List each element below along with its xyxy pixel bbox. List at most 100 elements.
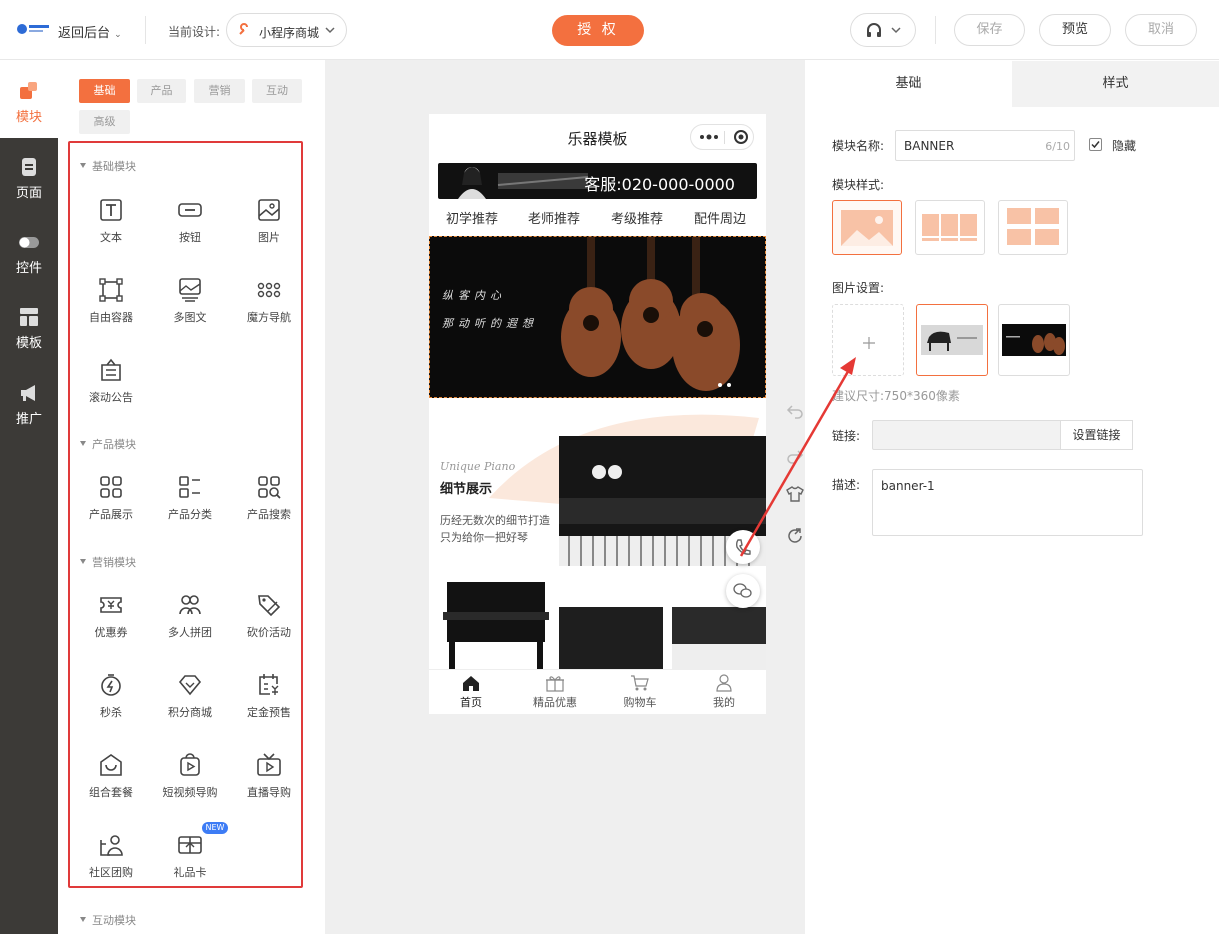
module-image[interactable]: 图片 xyxy=(236,197,302,245)
price-tag-icon xyxy=(258,595,281,617)
module-bargain[interactable]: 砍价活动 xyxy=(236,592,302,640)
preview-button[interactable]: 预览 xyxy=(1039,14,1111,46)
set-link-button[interactable]: 设置链接 xyxy=(1061,420,1133,450)
props-tab-basic[interactable]: 基础 xyxy=(805,61,1012,107)
nav-modules[interactable]: 模块 xyxy=(0,80,58,125)
phone-call-button[interactable] xyxy=(726,530,760,564)
style-option-grid[interactable] xyxy=(998,200,1068,255)
nav-controls[interactable]: 控件 xyxy=(0,231,58,276)
add-image-button[interactable] xyxy=(832,304,904,376)
module-product-category[interactable]: 产品分类 xyxy=(157,474,223,522)
chevron-down-icon xyxy=(325,27,335,34)
category-nav: 初学推荐 老师推荐 考级推荐 配件周边 xyxy=(429,208,766,230)
mini-program-capsule[interactable] xyxy=(690,124,754,150)
module-free-container[interactable]: 自由容器 xyxy=(78,277,144,325)
section-marketing-modules[interactable]: 营销模块 xyxy=(80,554,136,570)
module-gift-card[interactable]: 礼品卡 xyxy=(157,832,223,880)
module-product-display[interactable]: 产品展示 xyxy=(78,474,144,522)
module-community-group[interactable]: 社区团购 xyxy=(78,832,144,880)
module-deposit-presale[interactable]: 定金预售 xyxy=(236,672,302,720)
theme-shirt-icon[interactable] xyxy=(786,485,804,503)
design-selector[interactable]: 小程序商城 xyxy=(226,13,347,47)
back-to-admin[interactable]: 返回后台 ⌄ xyxy=(58,22,122,41)
search-icon xyxy=(258,476,281,499)
module-points-mall[interactable]: 积分商城 xyxy=(157,672,223,720)
tab-label: 精品优惠 xyxy=(533,696,577,709)
image-settings-label: 图片设置: xyxy=(832,281,885,295)
tab-label: 首页 xyxy=(460,696,482,709)
module-label: 优惠券 xyxy=(94,626,128,639)
plus-icon xyxy=(863,337,875,349)
module-product-search[interactable]: 产品搜索 xyxy=(236,474,302,522)
module-short-video-guide[interactable]: 短视频导购 xyxy=(157,752,223,800)
module-label: 多图文 xyxy=(173,311,207,324)
module-text[interactable]: 文本 xyxy=(78,197,144,245)
style-option-three-column[interactable] xyxy=(915,200,985,255)
authorize-button[interactable]: 授 权 xyxy=(552,15,644,46)
wechat-button[interactable] xyxy=(726,574,760,608)
category-item[interactable]: 配件周边 xyxy=(694,208,746,227)
module-coupon[interactable]: 优惠券 xyxy=(78,592,144,640)
service-banner[interactable]: 客服:020-000-0000 xyxy=(438,163,757,199)
module-cube-nav[interactable]: 魔方导航 xyxy=(236,277,302,325)
section-basic-modules[interactable]: 基础模块 xyxy=(80,158,136,174)
module-combo-package[interactable]: 组合套餐 xyxy=(78,752,144,800)
module-multi-image-text[interactable]: 多图文 xyxy=(157,277,223,325)
tab-label: 购物车 xyxy=(623,696,657,709)
three-column-style-icon xyxy=(922,214,977,241)
tab-advanced[interactable]: 高级 xyxy=(79,110,130,134)
category-item[interactable]: 初学推荐 xyxy=(446,208,498,227)
tab-deals[interactable]: 精品优惠 xyxy=(513,674,597,710)
category-item[interactable]: 老师推荐 xyxy=(528,208,580,227)
tab-basic[interactable]: 基础 xyxy=(79,79,130,103)
nav-label: 模块 xyxy=(15,110,42,125)
tab-cart[interactable]: 购物车 xyxy=(598,674,682,710)
tab-marketing[interactable]: 营销 xyxy=(194,79,245,103)
module-label: 自由容器 xyxy=(89,311,133,324)
share-icon[interactable] xyxy=(786,527,804,545)
nav-template[interactable]: 模板 xyxy=(0,306,58,351)
link-input[interactable] xyxy=(872,420,1061,450)
module-button[interactable]: 按钮 xyxy=(157,197,223,245)
grid-style-icon xyxy=(1007,208,1059,245)
props-tab-style[interactable]: 样式 xyxy=(1012,61,1219,107)
diamond-icon xyxy=(178,675,202,696)
hide-label: 隐藏 xyxy=(1112,139,1137,153)
image-thumb-piano[interactable] xyxy=(916,304,988,376)
hide-checkbox[interactable] xyxy=(1089,138,1102,151)
section-interaction-modules[interactable]: 互动模块 xyxy=(80,912,136,928)
description-label: 描述: xyxy=(832,478,861,492)
tab-interaction[interactable]: 互动 xyxy=(252,79,302,103)
module-label: 定金预售 xyxy=(247,706,291,719)
tab-home[interactable]: 首页 xyxy=(429,674,513,710)
collapse-triangle-icon xyxy=(80,559,86,564)
module-label: 直播导购 xyxy=(247,786,291,799)
module-scroll-notice[interactable]: 滚动公告 xyxy=(78,357,144,405)
module-group-buy[interactable]: 多人拼团 xyxy=(157,592,223,640)
toggle-icon xyxy=(19,237,39,248)
nav-promotion[interactable]: 推广 xyxy=(0,382,58,427)
description-textarea[interactable]: banner-1 xyxy=(872,469,1143,536)
redo-icon[interactable] xyxy=(786,447,804,465)
image-thumb-ukulele[interactable] xyxy=(998,304,1070,376)
style-option-single[interactable] xyxy=(832,200,902,255)
design-name: 小程序商城 xyxy=(259,26,320,40)
undo-icon[interactable] xyxy=(786,402,804,420)
save-button[interactable]: 保存 xyxy=(954,14,1025,46)
brand-logo xyxy=(17,24,49,34)
customer-service-button[interactable] xyxy=(850,13,916,47)
banner-module-selected[interactable]: 纵客内心 那动听的遐想 xyxy=(429,236,766,398)
section-product-modules[interactable]: 产品模块 xyxy=(80,436,136,452)
service-avatar-image xyxy=(458,167,588,199)
category-item[interactable]: 考级推荐 xyxy=(611,208,663,227)
tab-product[interactable]: 产品 xyxy=(137,79,186,103)
tab-mine[interactable]: 我的 xyxy=(682,674,766,710)
module-name-input[interactable]: BANNER 6/10 xyxy=(895,130,1075,161)
module-label: 砍价活动 xyxy=(247,626,291,639)
nav-page[interactable]: 页面 xyxy=(0,156,58,201)
module-live-guide[interactable]: 直播导购 xyxy=(236,752,302,800)
product-grid-icon xyxy=(100,476,122,498)
modules-icon xyxy=(20,82,37,99)
cancel-button[interactable]: 取消 xyxy=(1125,14,1197,46)
module-flash-sale[interactable]: 秒杀 xyxy=(78,672,144,720)
